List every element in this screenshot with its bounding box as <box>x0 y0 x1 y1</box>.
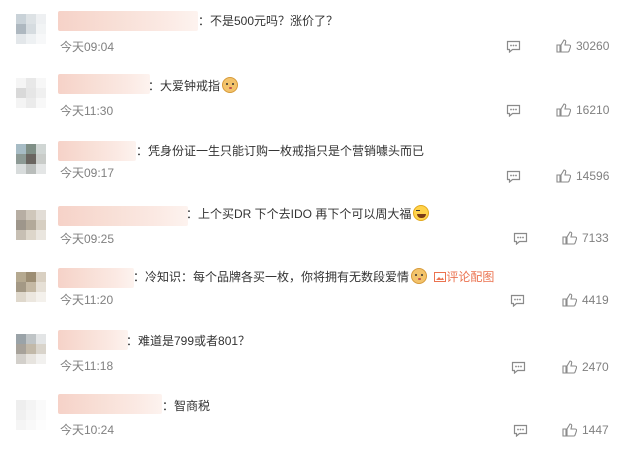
comment-icon[interactable] <box>513 424 528 437</box>
comment-time: 今天09:04 <box>60 40 115 54</box>
thumbs-up-icon[interactable] <box>556 39 571 53</box>
like-count: 30260 <box>576 39 610 53</box>
comment-item: ：上个买DR 下个去IDO 再下个可以周大福 今天09:25 7133 <box>0 196 625 260</box>
thumbs-up-icon[interactable] <box>562 231 577 245</box>
comment-time: 今天11:18 <box>60 359 114 373</box>
comment-item: ：凭身份证一生只能订购一枚戒指只是个营销噱头而已 今天09:17 14596 <box>0 130 625 194</box>
thumbs-up-icon[interactable] <box>556 169 571 183</box>
comment-text: ：难道是799或者801？ <box>126 334 251 348</box>
thumbs-up-icon[interactable] <box>562 360 577 374</box>
comment-icon[interactable] <box>506 170 521 183</box>
comment-icon[interactable] <box>506 104 521 117</box>
avatar[interactable] <box>16 78 46 108</box>
comment-time: 今天11:20 <box>60 293 114 307</box>
like-count: 1447 <box>582 423 609 437</box>
comment-text: ：智商税 <box>162 399 211 413</box>
username[interactable] <box>58 330 128 350</box>
comment-text: ：上个买DR 下个去IDO 再下个可以周大福 <box>186 205 430 223</box>
username[interactable] <box>58 11 198 31</box>
avatar[interactable] <box>16 400 46 430</box>
comment-time: 今天09:25 <box>60 232 115 246</box>
username[interactable] <box>58 268 134 288</box>
comment-text: ：不是500元吗？涨价了？ <box>198 14 339 28</box>
username[interactable] <box>58 141 136 161</box>
like-count: 2470 <box>582 360 609 374</box>
comment-time: 今天11:30 <box>60 104 114 118</box>
comment-text: ：大爱钟戒指 <box>148 77 239 95</box>
comment-item: ：冷知识：每个品牌各买一枚，你将拥有无数段爱情 评论配图 今天11:20 441… <box>0 262 625 326</box>
comment-icon[interactable] <box>513 232 528 245</box>
comment-time: 今天10:24 <box>60 423 115 437</box>
like-count: 7133 <box>582 231 609 245</box>
doge-emoji <box>222 77 239 93</box>
comment-icon[interactable] <box>506 40 521 53</box>
comment-text: ：凭身份证一生只能订购一枚戒指只是个营销噱头而已 <box>136 144 425 158</box>
comment-item: ：智商税 今天10:24 1447 <box>0 388 625 452</box>
like-count: 16210 <box>576 103 610 117</box>
avatar[interactable] <box>16 334 46 364</box>
like-count: 14596 <box>576 169 610 183</box>
avatar[interactable] <box>16 272 46 302</box>
username[interactable] <box>58 74 150 94</box>
doge-emoji <box>411 268 428 284</box>
username[interactable] <box>58 394 162 414</box>
comment-item: ：难道是799或者801？ 今天11:18 2470 <box>0 326 625 390</box>
image-icon[interactable] <box>434 271 447 283</box>
thumbs-up-icon[interactable] <box>562 293 577 307</box>
comment-text: ：冷知识：每个品牌各买一枚，你将拥有无数段爱情 评论配图 <box>133 268 495 284</box>
username[interactable] <box>58 206 188 226</box>
comment-time: 今天09:17 <box>60 166 115 180</box>
avatar[interactable] <box>16 14 46 44</box>
comment-image-link[interactable]: 评论配图 <box>446 270 494 284</box>
thumbs-up-icon[interactable] <box>556 103 571 117</box>
comment-item: ：大爱钟戒指 今天11:30 16210 <box>0 64 625 128</box>
like-count: 4419 <box>582 293 609 307</box>
comment-item: ：不是500元吗？涨价了？ 今天09:04 30260 <box>0 0 625 64</box>
thumbs-up-icon[interactable] <box>562 423 577 437</box>
avatar[interactable] <box>16 144 46 174</box>
avatar[interactable] <box>16 210 46 240</box>
comment-icon[interactable] <box>510 294 525 307</box>
laugh-cry-emoji <box>413 205 430 221</box>
comment-icon[interactable] <box>511 361 526 374</box>
